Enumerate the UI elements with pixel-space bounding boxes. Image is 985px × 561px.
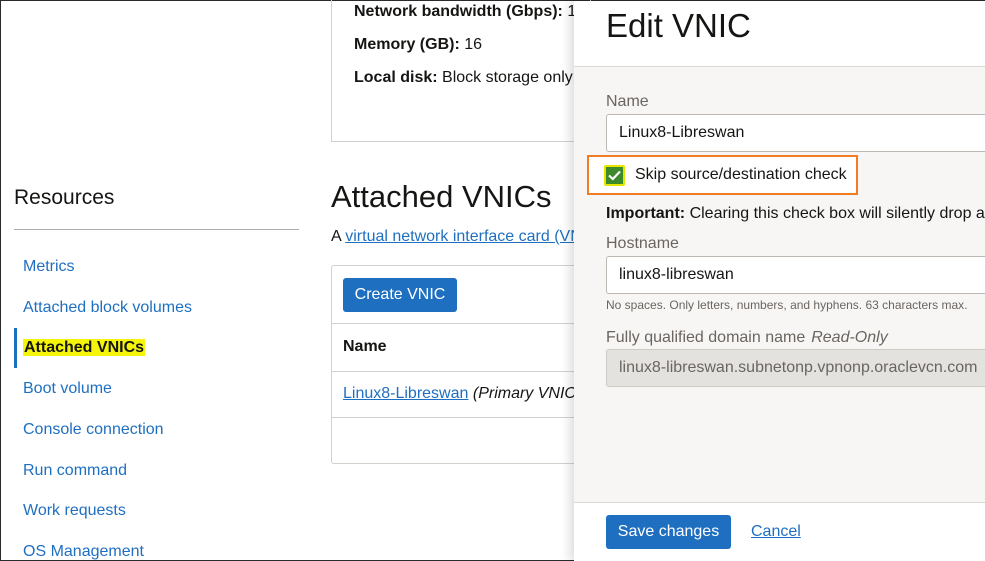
table-divider xyxy=(332,323,590,324)
hostname-help-text: No spaces. Only letters, numbers, and hy… xyxy=(606,298,968,312)
sidebar-item-metrics[interactable]: Metrics xyxy=(23,258,75,276)
sidebar-item-attached-block-volumes[interactable]: Attached block volumes xyxy=(23,299,192,317)
column-header-name: Name xyxy=(343,338,387,355)
section-description: A virtual network interface card (VN xyxy=(331,228,582,245)
skip-check-label[interactable]: Skip source/destination check xyxy=(635,166,847,184)
sidebar-item-label: Attached VNICs xyxy=(23,339,146,356)
section-title: Attached VNICs xyxy=(331,179,552,214)
sidebar-item-attached-vnics[interactable]: Attached VNICs xyxy=(23,339,146,357)
network-bandwidth-detail: Network bandwidth (Gbps): 1 xyxy=(354,3,577,20)
read-only-tag: Read-Only xyxy=(811,329,888,346)
hostname-label: Hostname xyxy=(606,235,679,252)
local-disk-detail: Local disk: Block storage only xyxy=(354,69,573,86)
vnic-primary-note: (Primary VNIC xyxy=(472,385,576,402)
table-divider xyxy=(332,371,590,372)
cancel-link[interactable]: Cancel xyxy=(751,523,801,541)
table-divider xyxy=(332,417,590,418)
panel-title: Edit VNIC xyxy=(606,7,751,44)
memory-detail: Memory (GB): 16 xyxy=(354,36,483,53)
hostname-field[interactable] xyxy=(606,256,985,294)
save-changes-button[interactable]: Save changes xyxy=(606,515,731,549)
sidebar-item-console-connection[interactable]: Console connection xyxy=(23,421,164,439)
sidebar-item-run-command[interactable]: Run command xyxy=(23,462,127,480)
skip-check-checkbox[interactable] xyxy=(604,165,625,186)
resources-title: Resources xyxy=(14,186,115,209)
resources-divider xyxy=(14,229,299,230)
sidebar-item-work-requests[interactable]: Work requests xyxy=(23,502,126,520)
table-row: Linux8-Libreswan (Primary VNIC xyxy=(343,385,576,403)
fqdn-field xyxy=(606,349,985,387)
create-vnic-button[interactable]: Create VNIC xyxy=(343,278,457,312)
sidebar-item-boot-volume[interactable]: Boot volume xyxy=(23,380,112,398)
sidebar-item-os-management[interactable]: OS Management xyxy=(23,543,144,561)
edit-vnic-panel: Edit VNIC Name Skip source/destination c… xyxy=(574,1,985,561)
name-field[interactable] xyxy=(606,114,985,152)
active-item-indicator xyxy=(14,328,17,368)
vnic-name-link[interactable]: Linux8-Libreswan xyxy=(343,385,468,402)
name-label: Name xyxy=(606,93,649,110)
checkmark-icon xyxy=(608,170,621,181)
important-note: Important: Clearing this check box will … xyxy=(606,205,985,222)
vnic-docs-link[interactable]: virtual network interface card (VN xyxy=(345,228,582,245)
fqdn-label: Fully qualified domain name Read-Only xyxy=(606,329,888,346)
